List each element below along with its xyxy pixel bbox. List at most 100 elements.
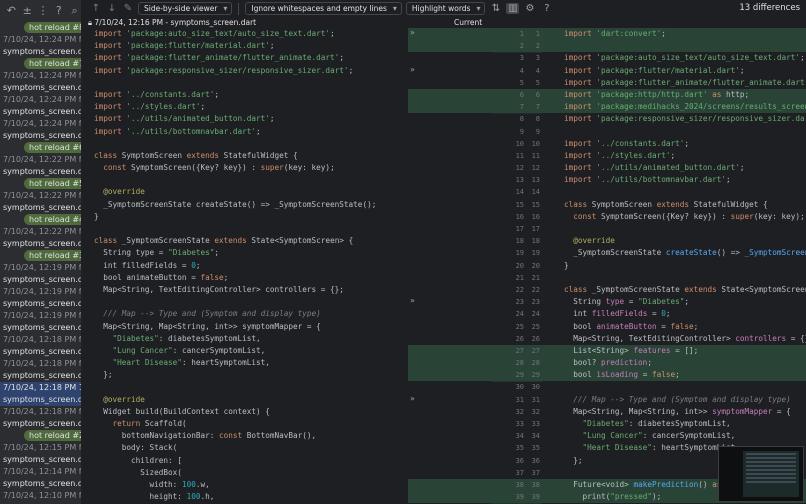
- code-token: ;: [348, 65, 354, 75]
- left-code-line: [82, 174, 408, 186]
- history-timestamp[interactable]: 7/10/24, 12:24 PM file: [0, 34, 81, 46]
- history-tag-row[interactable]: hot reload #6: [0, 142, 81, 154]
- history-file-name[interactable]: symptoms_screen.dart: [0, 394, 81, 406]
- history-toolbar: ↶ ± ⋮ ? ⌕: [0, 0, 81, 22]
- search-icon[interactable]: ⌕: [68, 4, 81, 18]
- history-file-name[interactable]: symptoms_screen.dart: [0, 166, 81, 178]
- history-file-name[interactable]: symptoms_screen.dart: [0, 346, 81, 358]
- code-token: extends: [186, 150, 224, 160]
- help-icon[interactable]: ?: [52, 4, 65, 18]
- gear-icon[interactable]: ⚙: [523, 3, 536, 14]
- apply-change-icon[interactable]: »: [410, 296, 415, 305]
- right-code-pane[interactable]: import 'dart:convert'; import 'package:au…: [542, 28, 806, 504]
- diff-toolbar: ↑ ↓ ✎ Side-by-side viewer Ignore whitesp…: [82, 0, 806, 17]
- history-file-name[interactable]: symptoms_screen.dart: [0, 298, 81, 310]
- right-code-line: import 'package:medihacks_2024/screens/r…: [542, 101, 806, 114]
- history-file-name[interactable]: symptoms_screen.dart: [0, 322, 81, 334]
- code-token: BottomNavBar(),: [246, 431, 317, 441]
- code-token: type: [605, 297, 625, 307]
- left-line-number: 19: [515, 249, 524, 258]
- code-token: "Diabetes": [638, 297, 685, 307]
- help-icon[interactable]: ?: [540, 3, 553, 14]
- history-tag-row[interactable]: hot reload #7: [0, 58, 81, 70]
- history-timestamp[interactable]: 7/10/24, 12:18 PM file: [0, 334, 81, 346]
- code-token: 100: [186, 492, 201, 502]
- history-timestamp[interactable]: 7/10/24, 12:19 PM file: [0, 310, 81, 322]
- code-token: StatefulWidget {: [223, 150, 298, 160]
- history-file-name[interactable]: symptoms_screen.dart: [0, 106, 81, 118]
- history-file-name[interactable]: symptoms_screen.dart: [0, 478, 81, 490]
- code-token: '../constants.dart': [596, 138, 685, 148]
- history-timestamp[interactable]: 7/10/24, 12:18 PM file: [0, 358, 81, 370]
- code-token: : diabetesSymptomList,: [158, 333, 261, 343]
- right-code-line: import '../utils/bottomnavbar.dart';: [542, 174, 806, 186]
- code-token: false: [651, 370, 676, 380]
- history-file-name[interactable]: symptoms_screen.dart: [0, 238, 81, 250]
- history-timestamp[interactable]: 7/10/24, 12:24 PM file: [0, 118, 81, 130]
- history-tag-row[interactable]: hot reload #3: [0, 250, 81, 262]
- gutter-row: 34 34: [408, 430, 542, 442]
- gutter-row: 44: [408, 65, 542, 77]
- apply-change-icon[interactable]: »: [410, 394, 415, 403]
- history-tag-row[interactable]: hot reload #5: [0, 178, 81, 190]
- viewer-mode-dropdown[interactable]: Side-by-side viewer: [138, 2, 233, 15]
- history-file-name[interactable]: symptoms_screen.dart: [0, 82, 81, 94]
- code-token: =: [647, 309, 662, 319]
- right-line-number: 12: [531, 164, 540, 173]
- history-timestamp[interactable]: 7/10/24, 12:18 PM 1 file: [0, 382, 81, 394]
- highlight-dropdown[interactable]: Highlight words: [405, 2, 486, 15]
- history-file-name[interactable]: symptoms_screen.dart: [0, 130, 81, 142]
- gutter-row: 29 29: [408, 369, 542, 382]
- history-tag-row[interactable]: hot reload #4: [0, 214, 81, 226]
- left-line-number: 11: [515, 151, 524, 160]
- history-timestamp[interactable]: 7/10/24, 12:14 PM file: [0, 466, 81, 478]
- apply-change-icon[interactable]: »: [410, 65, 415, 74]
- right-code-line: class SymptomScreen extends StatefulWidg…: [542, 199, 806, 211]
- gutter-row: 27 27: [408, 344, 542, 358]
- diff-gutter: 1 1 2 2 3 3 4 4 5 5 6 6 7 7 8 8 9 9 10 10 11 11 12 12 13 13 14 14 15…: [408, 28, 542, 504]
- left-code-line: import 'package:auto_size_text/auto_size…: [82, 28, 408, 40]
- history-timestamp[interactable]: 7/10/24, 12:19 PM file: [0, 262, 81, 274]
- history-timestamp[interactable]: 7/10/24, 12:19 PM file: [0, 286, 81, 298]
- right-line-number: 21: [531, 273, 540, 282]
- edit-icon[interactable]: ✎: [122, 3, 134, 14]
- undo-icon[interactable]: ↶: [5, 4, 18, 18]
- history-timestamp[interactable]: 7/10/24, 12:22 PM file: [0, 190, 81, 202]
- left-code-pane[interactable]: import 'package:auto_size_text/auto_size…: [82, 28, 408, 504]
- right-line-number: 32: [531, 407, 540, 416]
- left-code-line: [82, 223, 408, 235]
- code-token: 'package:flutter/material.dart': [126, 41, 270, 51]
- history-timestamp[interactable]: 7/10/24, 12:22 PM file: [0, 154, 81, 166]
- collapse-unchanged-icon[interactable]: ⇅: [489, 3, 502, 14]
- history-file-name[interactable]: symptoms_screen.dart: [0, 46, 81, 58]
- code-token: false: [200, 272, 224, 282]
- history-tag-row[interactable]: hot reload #2: [0, 430, 81, 442]
- prev-diff-icon[interactable]: ↑: [90, 3, 102, 14]
- history-timestamp[interactable]: 7/10/24, 12:18 PM file: [0, 406, 81, 418]
- history-timestamp[interactable]: 7/10/24, 12:24 PM file: [0, 70, 81, 82]
- menu-icon[interactable]: ⋮: [37, 4, 50, 18]
- right-code-line: import 'package:flutter_animate/flutter_…: [542, 77, 806, 89]
- next-diff-icon[interactable]: ↓: [106, 3, 118, 14]
- history-file-name[interactable]: symptoms_screen.dart: [0, 202, 81, 214]
- left-line-number: 35: [515, 444, 524, 453]
- history-timestamp[interactable]: 7/10/24, 12:24 PM file: [0, 94, 81, 106]
- history-timestamp[interactable]: 7/10/24, 12:15 PM file: [0, 442, 81, 454]
- code-token: "Heart Disease": [94, 358, 182, 368]
- history-file-name[interactable]: symptoms_screen.dart: [0, 454, 81, 466]
- collapse-icon[interactable]: ±: [21, 4, 34, 18]
- history-tag-row[interactable]: hot reload #8: [0, 22, 81, 34]
- sync-scroll-icon[interactable]: ▥: [506, 3, 520, 14]
- code-token: 100: [181, 479, 196, 489]
- apply-change-icon[interactable]: »: [410, 28, 415, 37]
- code-token: return: [94, 419, 145, 428]
- history-file-name[interactable]: symptoms_screen.dart: [0, 274, 81, 286]
- left-code-line: import '../utils/animated_button.dart';: [82, 113, 408, 125]
- history-timestamp[interactable]: 7/10/24, 12:22 PM file: [0, 226, 81, 238]
- right-line-number: 31: [531, 395, 540, 404]
- history-file-name[interactable]: symptoms_screen.dart: [0, 370, 81, 382]
- history-file-name[interactable]: symptoms_screen.dart: [0, 418, 81, 430]
- whitespace-dropdown[interactable]: Ignore whitespaces and empty lines: [245, 2, 402, 15]
- history-timestamp[interactable]: 7/10/24, 12:10 PM file: [0, 490, 81, 502]
- code-token: import: [94, 65, 127, 75]
